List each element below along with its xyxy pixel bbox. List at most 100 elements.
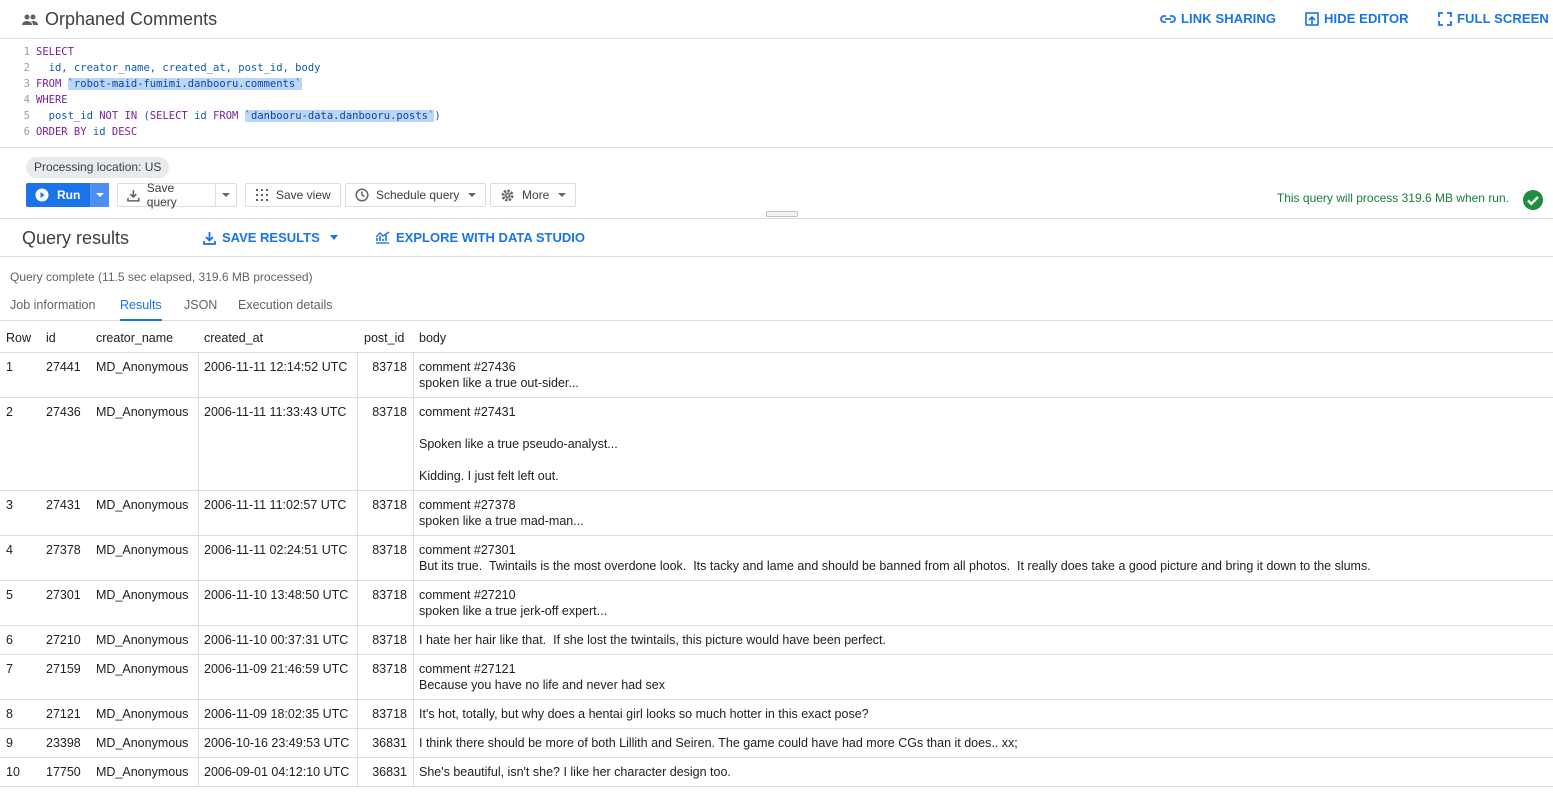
chevron-down-icon — [96, 193, 105, 197]
download-icon — [203, 231, 216, 245]
cell-body: comment #27121 Because you have no life … — [419, 662, 666, 692]
table-row[interactable]: 6 27210 MD_Anonymous 2006-11-10 00:37:31 UT… — [0, 626, 1553, 655]
table-row[interactable]: 3 27431 MD_Anonymous 2006-11-11 11:02:57 UT… — [0, 491, 1553, 536]
cell-id: 27441 — [46, 360, 81, 374]
results-header: Query results SAVE RESULTS EXPLORE WITH … — [0, 218, 1553, 257]
table-reference: `danbooru-data.danbooru.posts` — [244, 110, 435, 122]
cell-id: 27159 — [46, 662, 81, 676]
column-header-id[interactable]: id — [40, 330, 62, 346]
cell-body: She's beautiful, isn't she? I like her c… — [419, 765, 731, 779]
clock-icon — [355, 188, 369, 202]
cell-created: 2006-11-09 18:02:35 UTC — [204, 707, 349, 721]
column-header-created-at[interactable]: created_at — [198, 330, 269, 346]
resize-handle[interactable] — [766, 211, 798, 217]
cell-id: 27436 — [46, 405, 81, 419]
table-row[interactable]: 9 23398 MD_Anonymous 2006-10-16 23:49:53 UT… — [0, 729, 1553, 758]
page-title-group: Orphaned Comments — [22, 9, 217, 30]
save-icon — [127, 189, 140, 202]
cell-body: It's hot, totally, but why does a hentai… — [419, 707, 869, 721]
line-number: 2 — [23, 62, 30, 74]
save-query-button[interactable]: Save query — [118, 181, 217, 209]
results-title: Query results — [22, 228, 130, 248]
cell-creator: MD_Anonymous — [96, 588, 189, 602]
more-button[interactable]: More — [490, 183, 577, 207]
hide-editor-button[interactable]: HIDE EDITOR — [1305, 11, 1409, 26]
results-tabs: Job information Results JSON Execution d… — [0, 290, 1553, 321]
tab-execution-details[interactable]: Execution details — [238, 298, 333, 319]
table-row[interactable]: 1 27441 MD_Anonymous 2006-11-11 12:14:52 UT… — [0, 353, 1553, 398]
line-number: 5 — [23, 110, 30, 122]
cell-row: 6 — [6, 633, 13, 647]
table-row[interactable]: 2 27436 MD_Anonymous 2006-11-11 11:33:43 UT… — [0, 398, 1553, 491]
cell-post: 36831 — [372, 765, 407, 779]
explore-data-studio-button[interactable]: EXPLORE WITH DATA STUDIO — [375, 230, 585, 245]
cell-id: 27121 — [46, 707, 81, 721]
cell-row: 4 — [6, 543, 13, 557]
code-line: FROM `robot-maid-fumimi.danbooru.comment… — [36, 78, 302, 90]
cell-created: 2006-11-09 21:46:59 UTC — [204, 662, 349, 676]
column-header-post-id[interactable]: post_id — [358, 330, 410, 346]
cell-creator: MD_Anonymous — [96, 360, 189, 374]
cell-body: comment #27431 Spoken like a true pseudo… — [419, 405, 618, 483]
cell-creator: MD_Anonymous — [96, 707, 189, 721]
column-header-creator-name[interactable]: creator_name — [90, 330, 179, 346]
save-view-button[interactable]: Save view — [245, 183, 341, 207]
cell-body: comment #27378 spoken like a true mad-ma… — [419, 498, 584, 528]
table-header: Row id creator_name created_at post_id b… — [0, 322, 1553, 353]
cell-created: 2006-11-10 13:48:50 UTC — [204, 588, 349, 602]
cell-row: 7 — [6, 662, 13, 676]
column-header-body[interactable]: body — [413, 330, 452, 346]
tab-results[interactable]: Results — [120, 298, 162, 321]
cell-post: 83718 — [372, 707, 407, 721]
tab-job-information[interactable]: Job information — [10, 298, 95, 319]
table-row[interactable]: 8 27121 MD_Anonymous 2006-11-09 18:02:35 UT… — [0, 700, 1553, 729]
hide-editor-icon — [1305, 11, 1319, 26]
schedule-query-button[interactable]: Schedule query — [345, 183, 487, 207]
people-icon — [22, 14, 38, 25]
cell-row: 5 — [6, 588, 13, 602]
line-number: 3 — [23, 78, 30, 90]
cell-id: 27378 — [46, 543, 81, 557]
run-options-dropdown[interactable] — [90, 183, 109, 207]
cell-creator: MD_Anonymous — [96, 633, 189, 647]
table-reference: `robot-maid-fumimi.danbooru.comments` — [67, 78, 302, 90]
cell-row: 9 — [6, 736, 13, 750]
table-row[interactable]: 7 27159 MD_Anonymous 2006-11-09 21:46:59 UT… — [0, 655, 1553, 700]
gear-icon — [501, 189, 514, 201]
cell-body: comment #27301 But its true. Twintails i… — [419, 543, 1371, 573]
save-query-button-group: Save query — [117, 181, 237, 209]
chevron-down-icon — [329, 235, 338, 240]
cell-post: 83718 — [372, 633, 407, 647]
line-number: 1 — [23, 46, 30, 58]
table-row[interactable]: 4 27378 MD_Anonymous 2006-11-11 02:24:51 UT… — [0, 536, 1553, 581]
processing-location-chip[interactable]: Processing location: US — [26, 157, 170, 178]
table-row[interactable]: 5 27301 MD_Anonymous 2006-11-10 13:48:50 UT… — [0, 581, 1553, 626]
save-query-dropdown[interactable] — [216, 193, 236, 197]
cell-row: 10 — [6, 765, 20, 779]
cell-created: 2006-11-11 02:24:51 UTC — [204, 543, 348, 557]
tab-json[interactable]: JSON — [184, 298, 217, 319]
save-results-button[interactable]: SAVE RESULTS — [203, 230, 338, 245]
full-screen-button[interactable]: FULL SCREEN — [1438, 11, 1549, 26]
check-circle-icon — [1523, 190, 1543, 210]
run-button[interactable]: Run — [26, 183, 90, 207]
chevron-down-icon — [468, 193, 477, 197]
line-number: 4 — [23, 94, 30, 106]
cell-body: comment #27436 spoken like a true out-si… — [419, 360, 579, 390]
query-status: Query complete (11.5 sec elapsed, 319.6 … — [10, 270, 313, 284]
sql-editor[interactable]: 1 2 3 4 5 6 SELECT id, creator_name, cre… — [0, 40, 1553, 148]
cell-created: 2006-11-10 00:37:31 UTC — [204, 633, 349, 647]
link-sharing-button[interactable]: LINK SHARING — [1160, 11, 1276, 26]
cell-creator: MD_Anonymous — [96, 736, 189, 750]
cell-created: 2006-11-11 11:02:57 UTC — [204, 498, 347, 512]
cell-row: 1 — [6, 360, 13, 374]
fullscreen-icon — [1438, 11, 1452, 26]
cell-post: 83718 — [372, 662, 407, 676]
table-row[interactable]: 10 17750 MD_Anonymous 2006-09-01 04:12:10 U… — [0, 758, 1553, 787]
cell-id: 27301 — [46, 588, 81, 602]
chevron-down-icon — [222, 193, 231, 197]
cell-row: 2 — [6, 405, 13, 419]
cell-row: 3 — [6, 498, 13, 512]
cell-id: 27431 — [46, 498, 81, 512]
cell-created: 2006-11-11 11:33:43 UTC — [204, 405, 347, 419]
